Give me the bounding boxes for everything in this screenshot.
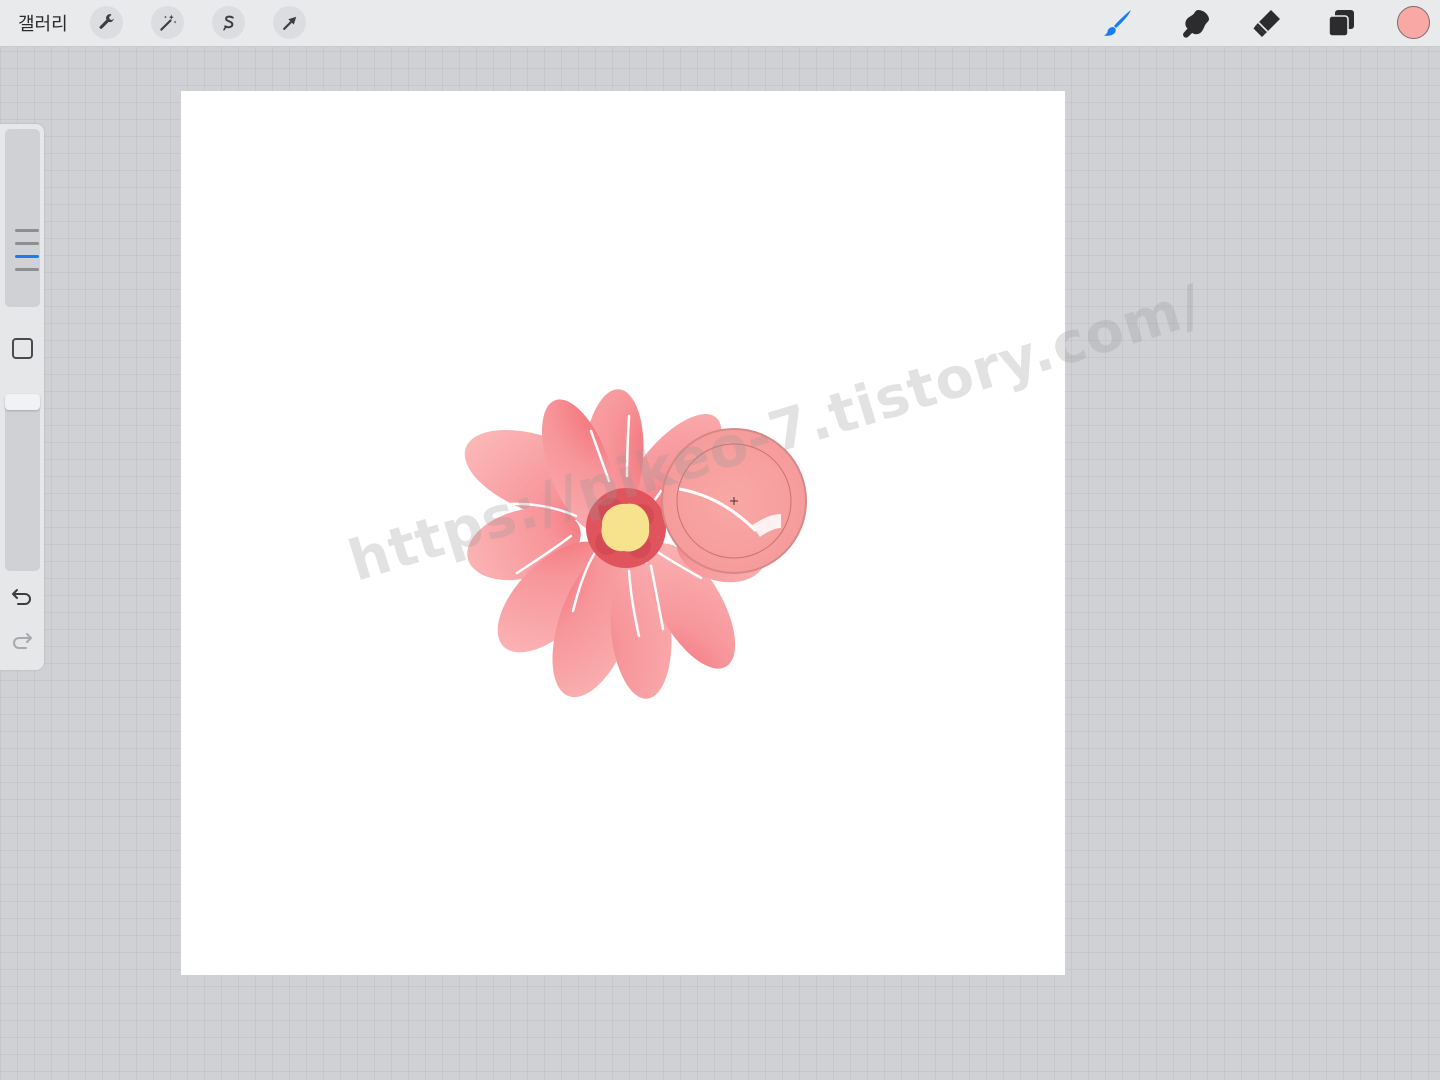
gallery-button[interactable]: 갤러리 (18, 10, 68, 36)
wrench-icon (99, 13, 114, 29)
modify-square-button[interactable] (12, 338, 33, 359)
top-toolbar: 갤러리 (0, 0, 1440, 47)
flower-artwork (464, 389, 807, 699)
brush-opacity-slider[interactable] (5, 394, 40, 571)
smudge-icon (1183, 10, 1209, 38)
layers-button[interactable] (1324, 6, 1358, 40)
left-sidebar (0, 124, 44, 670)
selection-s-icon (222, 15, 234, 30)
transform-button[interactable] (273, 6, 306, 39)
color-picker-loupe[interactable] (661, 428, 807, 574)
smudge-button[interactable] (1176, 6, 1210, 40)
brush-icon (1104, 10, 1131, 36)
selection-button[interactable] (212, 6, 245, 39)
transform-arrow-icon (282, 16, 296, 30)
undo-icon[interactable] (10, 586, 34, 608)
opacity-slider-handle[interactable] (5, 394, 40, 410)
actions-button[interactable] (90, 6, 123, 39)
flower-center (586, 488, 666, 568)
color-swatch-button[interactable] (1397, 6, 1430, 39)
redo-icon[interactable] (10, 630, 34, 652)
brush-button[interactable] (1101, 6, 1135, 40)
eraser-button[interactable] (1250, 6, 1284, 40)
layers-icon (1328, 10, 1354, 37)
eraser-icon (1253, 10, 1280, 37)
brush-size-slider[interactable] (5, 129, 40, 307)
adjustments-button[interactable] (151, 6, 184, 39)
drawing-canvas[interactable]: https://pikeo-7.tistory.com/ (181, 91, 1210, 975)
size-lines-icon (15, 229, 39, 277)
magic-wand-icon (159, 14, 177, 31)
